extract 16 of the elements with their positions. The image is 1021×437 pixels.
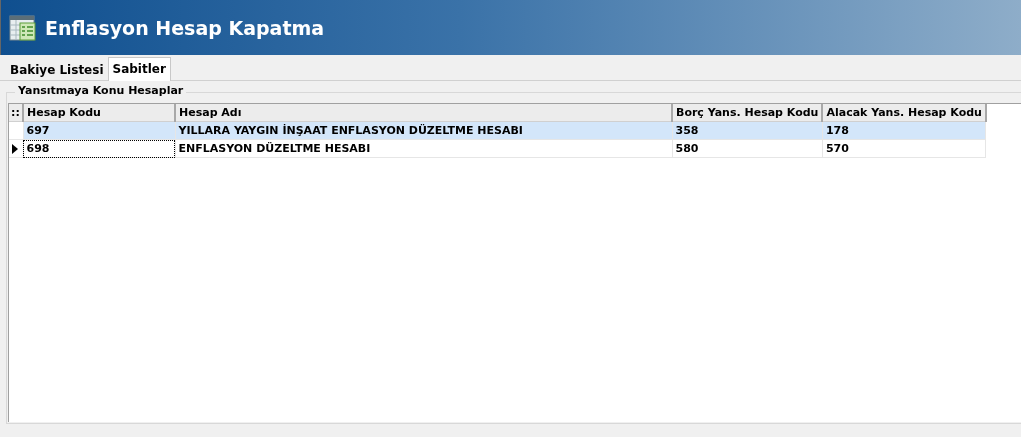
table-cell: 580 [672, 139, 823, 158]
spreadsheet-icon [9, 13, 37, 42]
table-cell: ENFLASYON DÜZELTME HESABI [175, 139, 672, 158]
table-row[interactable]: 698 ENFLASYON DÜZELTME HESABI 580 570 [9, 139, 986, 158]
column-header[interactable]: Borç Yans. Hesap Kodu [672, 104, 823, 122]
tab[interactable]: Bakiye Listesi [6, 60, 108, 80]
column-header[interactable]: Hesap Adı [175, 104, 672, 122]
column-header[interactable]: Alacak Yans. Hesap Kodu [822, 104, 986, 122]
table-cell: 570 [822, 139, 986, 158]
group-title: Yansıtmaya Konu Hesaplar [15, 84, 187, 97]
tab[interactable]: Sabitler [107, 57, 171, 81]
table-cell: 698 [23, 139, 175, 158]
select-all-handle[interactable]: :: [9, 104, 23, 122]
column-header[interactable]: Hesap Kodu [23, 104, 175, 122]
window-title: Enflasyon Hesap Kapatma [45, 16, 325, 39]
table-row[interactable]: 697 YILLARA YAYGIN İNŞAAT ENFLASYON DÜZELTME HESABI 358 178 [9, 121, 986, 140]
